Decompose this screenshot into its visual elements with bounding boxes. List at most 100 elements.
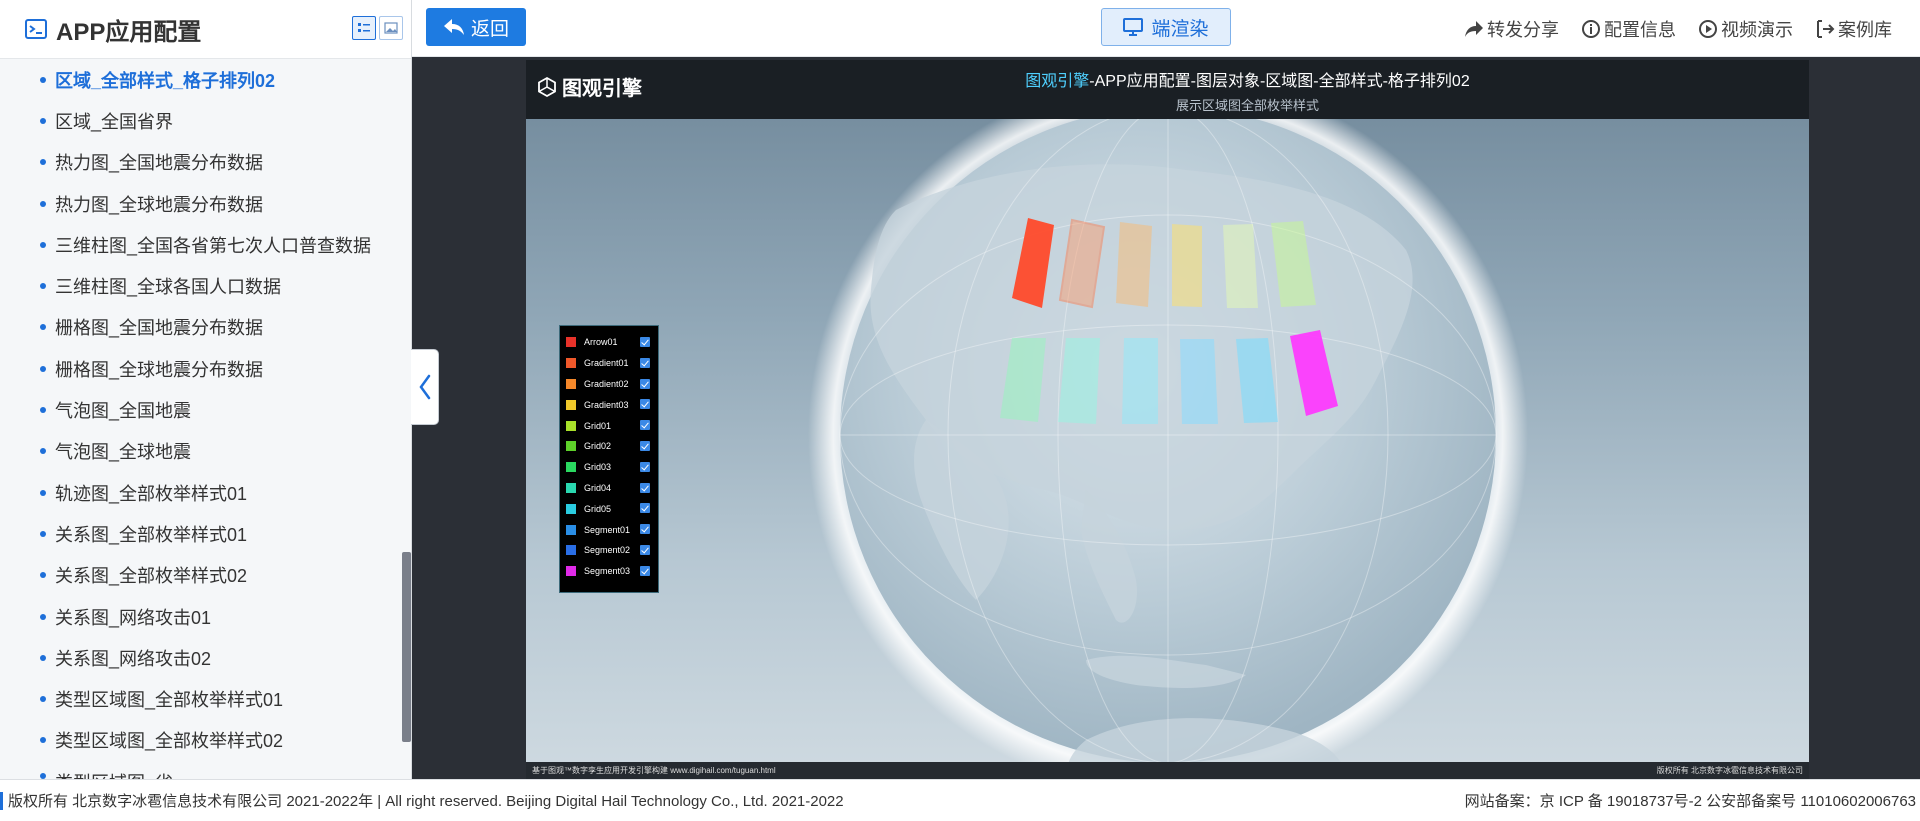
legend-swatch	[566, 420, 576, 431]
case-library-link[interactable]: 案例库	[1815, 16, 1892, 42]
menu-item[interactable]: 类型区域图_全部枚举样式01	[0, 678, 400, 719]
list-view-button[interactable]	[352, 16, 376, 40]
legend-item[interactable]: Grid01	[560, 415, 658, 436]
legend-item[interactable]: Segment01	[560, 519, 658, 540]
legend-item[interactable]: Segment02	[560, 540, 658, 561]
region-tile-gradient02	[1116, 222, 1152, 307]
legend-checkbox[interactable]	[640, 565, 650, 576]
layer-legend: Arrow01 Gradient01 Gradient02 Gradient03…	[559, 325, 659, 593]
legend-swatch	[566, 378, 576, 389]
video-demo-link[interactable]: 视频演示	[1698, 16, 1793, 42]
main-area: 图观引擎 图观引擎-APP应用配置-图层对象-区域图-全部样式-格子排列02 展…	[412, 57, 1920, 779]
terminal-icon	[25, 19, 47, 39]
scene-viewer[interactable]: 图观引擎 图观引擎-APP应用配置-图层对象-区域图-全部样式-格子排列02 展…	[526, 60, 1809, 779]
view-toggle	[352, 16, 403, 40]
topbar: 返回 端渲染 转发分享 配置信息 视频演示 案例库	[412, 0, 1920, 57]
back-button[interactable]: 返回	[426, 8, 526, 46]
top-actions: 转发分享 配置信息 视频演示 案例库	[1464, 0, 1892, 57]
image-view-icon	[384, 22, 398, 34]
globe-scene[interactable]	[526, 60, 1809, 779]
play-circle-icon	[1699, 19, 1717, 38]
region-tile-grid05	[1122, 338, 1158, 424]
legend-checkbox[interactable]	[640, 524, 650, 535]
image-view-button[interactable]	[379, 16, 403, 40]
share-arrow-icon	[1465, 20, 1483, 37]
legend-checkbox[interactable]	[640, 357, 650, 368]
list-view-icon	[358, 23, 370, 32]
viewer-title: 图观引擎-APP应用配置-图层对象-区域图-全部样式-格子排列02	[526, 67, 1809, 91]
legend-checkbox[interactable]	[640, 440, 650, 451]
sidebar: APP应用配置 区域_全部样式_格子排列02 区域_全国省界 热力图_全国地震分…	[0, 0, 412, 779]
legend-item[interactable]: Grid02	[560, 436, 658, 457]
exit-icon	[1817, 19, 1835, 38]
menu-item[interactable]: 热力图_全球地震分布数据	[0, 183, 400, 224]
viewer-title-rest: -APP应用配置-图层对象-区域图-全部样式-格子排列02	[1089, 73, 1470, 90]
app-title: APP应用配置	[56, 18, 202, 46]
viewer-subtitle: 展示区域图全部枚举样式	[1175, 98, 1319, 113]
viewer-footer-left: 基于图观™数字孪生应用开发引擎构建 www.digihail.com/tugua…	[532, 766, 776, 775]
legend-swatch	[566, 441, 576, 452]
collapse-sidebar-button[interactable]	[411, 349, 439, 425]
legend-checkbox[interactable]	[640, 544, 650, 555]
legend-swatch	[566, 399, 576, 410]
legend-checkbox[interactable]	[640, 482, 650, 493]
menu-item[interactable]: 栅格图_全国地震分布数据	[0, 307, 400, 348]
legend-swatch	[566, 358, 576, 369]
legend-swatch	[566, 503, 576, 514]
legend-checkbox[interactable]	[640, 399, 650, 410]
legend-item[interactable]: Grid05	[560, 498, 658, 519]
legend-item[interactable]: Grid04	[560, 478, 658, 499]
legend-checkbox[interactable]	[640, 503, 650, 514]
legend-swatch	[566, 524, 576, 535]
copyright-text: 版权所有 北京数字冰雹信息技术有限公司 2021-2022年 | All rig…	[8, 793, 844, 810]
viewer-header: 图观引擎 图观引擎-APP应用配置-图层对象-区域图-全部样式-格子排列02 展…	[526, 60, 1809, 119]
legend-item[interactable]: Grid03	[560, 457, 658, 478]
legend-swatch	[566, 337, 576, 348]
viewer-footer-right: 版权所有 北京数字冰雹信息技术有限公司	[1656, 766, 1803, 775]
menu-item[interactable]: 关系图_全部枚举样式02	[0, 555, 400, 596]
chevron-left-icon	[418, 374, 430, 400]
config-info-link[interactable]: 配置信息	[1581, 16, 1676, 42]
menu-item[interactable]: 三维柱图_全球各国人口数据	[0, 265, 400, 306]
site-footer: 版权所有 北京数字冰雹信息技术有限公司 2021-2022年 | All rig…	[0, 779, 1920, 821]
menu-item[interactable]: 轨迹图_全部枚举样式01	[0, 472, 400, 513]
legend-swatch	[566, 545, 576, 556]
region-tile-segment01	[1180, 339, 1218, 424]
sidebar-header: APP应用配置	[0, 0, 411, 59]
render-button[interactable]: 端渲染	[1101, 8, 1231, 46]
menu-item-active[interactable]: 区域_全部样式_格子排列02	[0, 59, 400, 100]
legend-item[interactable]: Gradient02	[560, 374, 658, 395]
menu-list: 区域_全部样式_格子排列02 区域_全国省界 热力图_全国地震分布数据 热力图_…	[0, 59, 400, 779]
legend-swatch	[566, 482, 576, 493]
info-icon	[1582, 19, 1600, 38]
menu-item[interactable]: 气泡图_全国地震	[0, 389, 400, 430]
menu-item[interactable]: 气泡图_全球地震	[0, 431, 400, 472]
menu-item[interactable]: 类型区域图_省	[0, 761, 400, 779]
legend-item[interactable]: Gradient01	[560, 353, 658, 374]
menu-item[interactable]: 关系图_网络攻击02	[0, 637, 400, 678]
legend-item[interactable]: Gradient03	[560, 394, 658, 415]
legend-checkbox[interactable]	[640, 378, 650, 389]
legend-item[interactable]: Segment03	[560, 561, 658, 582]
region-tile-grid01	[1223, 224, 1258, 308]
menu-item[interactable]: 类型区域图_全部枚举样式02	[0, 720, 400, 761]
legend-swatch	[566, 566, 576, 577]
undo-arrow-icon	[443, 19, 464, 35]
monitor-icon	[1123, 18, 1144, 36]
legend-checkbox[interactable]	[640, 420, 650, 431]
legend-checkbox[interactable]	[640, 337, 650, 347]
menu-item[interactable]: 区域_全国省界	[0, 100, 400, 141]
menu-item[interactable]: 关系图_网络攻击01	[0, 596, 400, 637]
share-link[interactable]: 转发分享	[1464, 16, 1559, 42]
menu-item[interactable]: 热力图_全国地震分布数据	[0, 142, 400, 183]
legend-item[interactable]: Arrow01	[560, 332, 658, 353]
menu-item[interactable]: 关系图_全部枚举样式01	[0, 513, 400, 554]
legend-checkbox[interactable]	[640, 461, 650, 472]
menu-item[interactable]: 栅格图_全球地震分布数据	[0, 348, 400, 389]
legend-swatch	[566, 462, 576, 473]
region-tile-gradient03	[1172, 224, 1202, 307]
sidebar-scrollbar-thumb[interactable]	[402, 552, 411, 742]
icp-text[interactable]: 网站备案：京 ICP 备 19018737号-2 公安部备案号 11010602…	[1465, 790, 1916, 811]
menu-item[interactable]: 三维柱图_全国各省第七次人口普查数据	[0, 224, 400, 265]
viewer-footer: 基于图观™数字孪生应用开发引擎构建 www.digihail.com/tugua…	[526, 762, 1809, 779]
